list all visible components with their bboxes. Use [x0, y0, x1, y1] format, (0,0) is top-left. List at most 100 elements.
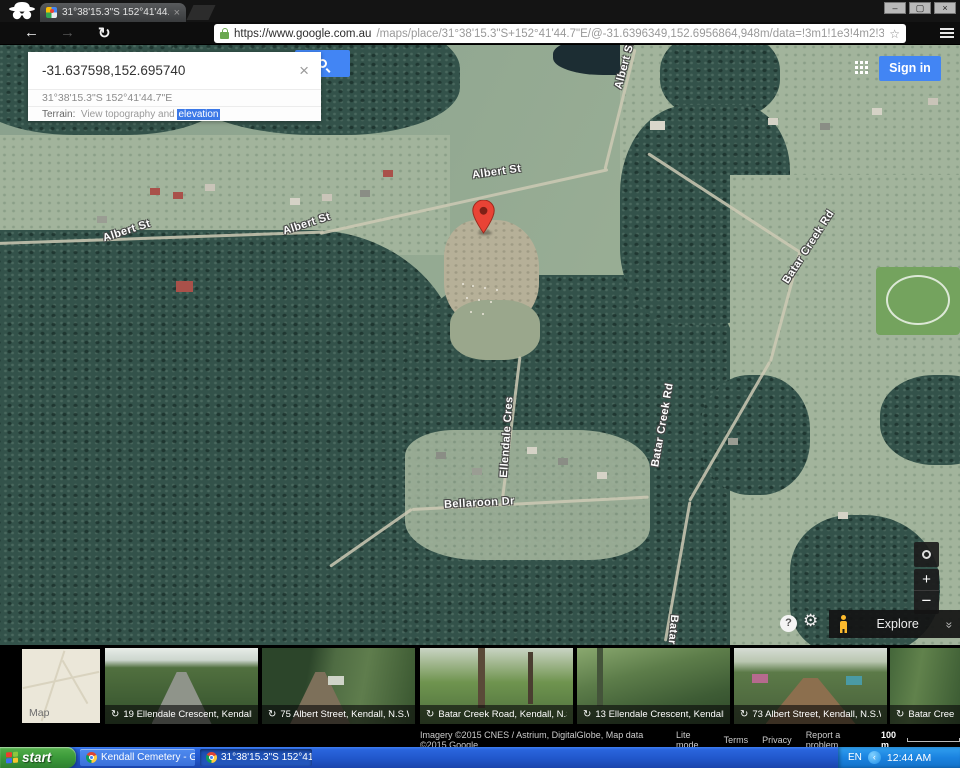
streetview-thumbnail[interactable]: ↻ 73 Albert Street, Kendall, N.S.W.: [734, 648, 887, 724]
house-roof: [150, 188, 160, 195]
streetview-thumbnail[interactable]: ↻ Batar Creek Road, Kendall, N.S.W.: [420, 648, 573, 724]
task-title: 31°38'15.3"S 152°41'...: [221, 752, 312, 763]
house-roof: [472, 468, 482, 475]
house-roof: [728, 438, 738, 445]
streetview-thumbnail[interactable]: ↻13 Ellendale Crescent, Kendall, ...: [577, 648, 730, 724]
house-roof: [290, 198, 300, 205]
sports-oval: [886, 275, 950, 325]
forward-icon[interactable]: →: [60, 24, 75, 41]
photo-label: Batar Creek Ro: [908, 709, 954, 720]
house-roof: [928, 98, 938, 105]
chrome-icon: [206, 752, 217, 763]
photo-label: 73 Albert Street, Kendall, N.S.W.: [752, 709, 881, 720]
help-button[interactable]: ?: [780, 615, 797, 632]
windows-taskbar: start Kendall Cemetery - G... 31°38'15.3…: [0, 747, 960, 768]
tray-language-icon[interactable]: ‹: [868, 751, 881, 764]
map-thumb-label: Map: [29, 707, 49, 719]
my-location-button[interactable]: [914, 542, 939, 567]
bookmark-star-icon[interactable]: ☆: [889, 27, 900, 41]
clear-search-icon[interactable]: ×: [297, 61, 311, 81]
window-controls: – ▢ ×: [884, 2, 956, 14]
map-view-thumbnail[interactable]: Map: [22, 649, 100, 723]
new-tab-button[interactable]: [187, 5, 216, 20]
road-label: Albert St: [471, 163, 522, 182]
windows-logo-icon: [6, 752, 18, 764]
chevron-down-icon[interactable]: »: [943, 622, 957, 627]
minimize-button[interactable]: –: [884, 2, 906, 14]
browser-titlebar: 31°38'15.3"S 152°41'44.7"E × – ▢ ×: [0, 0, 960, 22]
streetview-thumbnail[interactable]: ↻75 Albert Street, Kendall, N.S.W.: [262, 648, 415, 724]
url-domain: https://www.google.com.au: [234, 28, 371, 40]
attribution-bar: Imagery ©2015 CNES / Astrium, DigitalGlo…: [0, 733, 960, 747]
scale-bar: [907, 738, 960, 742]
search-input[interactable]: [42, 63, 297, 78]
house-roof: [650, 121, 665, 130]
house-roof: [97, 216, 107, 223]
sign-in-button[interactable]: Sign in: [879, 56, 941, 81]
refresh-icon[interactable]: ↻: [98, 24, 111, 42]
padlock-icon: [220, 28, 229, 39]
google-apps-grid-icon[interactable]: [855, 61, 858, 64]
menu-icon[interactable]: [940, 26, 954, 40]
forest-patch: [0, 230, 460, 645]
taskbar-item-coordinates[interactable]: 31°38'15.3"S 152°41'...: [200, 749, 312, 766]
clearing-patch: [450, 300, 540, 360]
house-roof: [360, 190, 370, 197]
streetview-thumbnail[interactable]: ↻ 19 Ellendale Crescent, Kendall, ...: [105, 648, 258, 724]
terrain-label: Terrain:: [42, 109, 75, 120]
screen: 31°38'15.3"S 152°41'44.7"E × – ▢ × ← → ↻…: [0, 0, 960, 768]
search-panel: × 31°38'15.3"S 152°41'44.7"E Terrain: Vi…: [28, 52, 321, 121]
tab-close-icon[interactable]: ×: [174, 8, 180, 18]
system-tray: EN ‹ 12:44 AM: [838, 747, 960, 768]
zoom-control: + −: [914, 569, 939, 614]
gear-icon[interactable]: ⚙: [803, 611, 818, 631]
photo-label: 75 Albert Street, Kendall, N.S.W.: [280, 709, 409, 720]
pegman-icon[interactable]: [838, 615, 848, 633]
house-roof: [820, 123, 830, 130]
explore-bar[interactable]: Explore »: [829, 610, 960, 638]
task-title: Kendall Cemetery - G...: [101, 752, 195, 763]
house-roof: [597, 472, 607, 479]
map-canvas[interactable]: Albert St Albert St Albert St Albert St …: [0, 45, 960, 645]
taskbar-item-kendall-cemetery[interactable]: Kendall Cemetery - G...: [80, 749, 195, 766]
maximize-button[interactable]: ▢: [909, 2, 931, 14]
privacy-link[interactable]: Privacy: [762, 735, 792, 745]
tab-title: 31°38'15.3"S 152°41'44.7"E: [62, 7, 169, 18]
house-roof: [872, 108, 882, 115]
search-row: ×: [28, 52, 321, 89]
terrain-text: View topography and: [75, 109, 177, 120]
browser-toolbar: ← → ↻ https://www.google.com.au /maps/pl…: [0, 22, 960, 45]
chrome-icon: [86, 752, 97, 763]
search-suggestion-terrain[interactable]: Terrain: View topography and elevation: [28, 106, 321, 121]
house-roof: [322, 194, 332, 201]
street-view-icon: ↻: [583, 710, 591, 720]
photo-label: Batar Creek Road, Kendall, N.S.W.: [438, 709, 567, 720]
photo-label: 19 Ellendale Crescent, Kendall, ...: [123, 709, 252, 720]
house-roof: [173, 192, 183, 199]
url-path: /maps/place/31°38'15.3"S+152°41'44.7"E/@…: [376, 28, 884, 40]
start-button[interactable]: start: [0, 747, 76, 768]
house-roof: [205, 184, 215, 191]
browser-tab[interactable]: 31°38'15.3"S 152°41'44.7"E ×: [40, 3, 186, 22]
target-icon: [922, 550, 931, 559]
house-roof: [768, 118, 778, 125]
house-roof: [838, 512, 848, 519]
back-icon[interactable]: ←: [24, 24, 39, 41]
streetview-thumbnail[interactable]: ↻Batar Creek Ro: [890, 648, 960, 724]
close-button[interactable]: ×: [934, 2, 956, 14]
street-view-icon: ↻: [426, 710, 434, 720]
terms-link[interactable]: Terms: [724, 735, 749, 745]
incognito-icon: [7, 1, 37, 21]
address-bar[interactable]: https://www.google.com.au /maps/place/31…: [214, 24, 906, 43]
explore-label: Explore: [848, 617, 947, 631]
tree-clump: [700, 375, 810, 495]
language-indicator[interactable]: EN: [848, 752, 862, 763]
street-view-icon: ↻: [740, 710, 748, 720]
search-suggestion-coordinates[interactable]: 31°38'15.3"S 152°41'44.7"E: [28, 89, 321, 106]
house-roof: [436, 452, 446, 459]
zoom-in-button[interactable]: +: [914, 569, 939, 591]
house-roof: [527, 447, 537, 454]
google-maps-favicon-icon: [46, 7, 57, 18]
map-pin-icon[interactable]: [472, 200, 495, 234]
street-view-icon: ↻: [111, 710, 119, 720]
